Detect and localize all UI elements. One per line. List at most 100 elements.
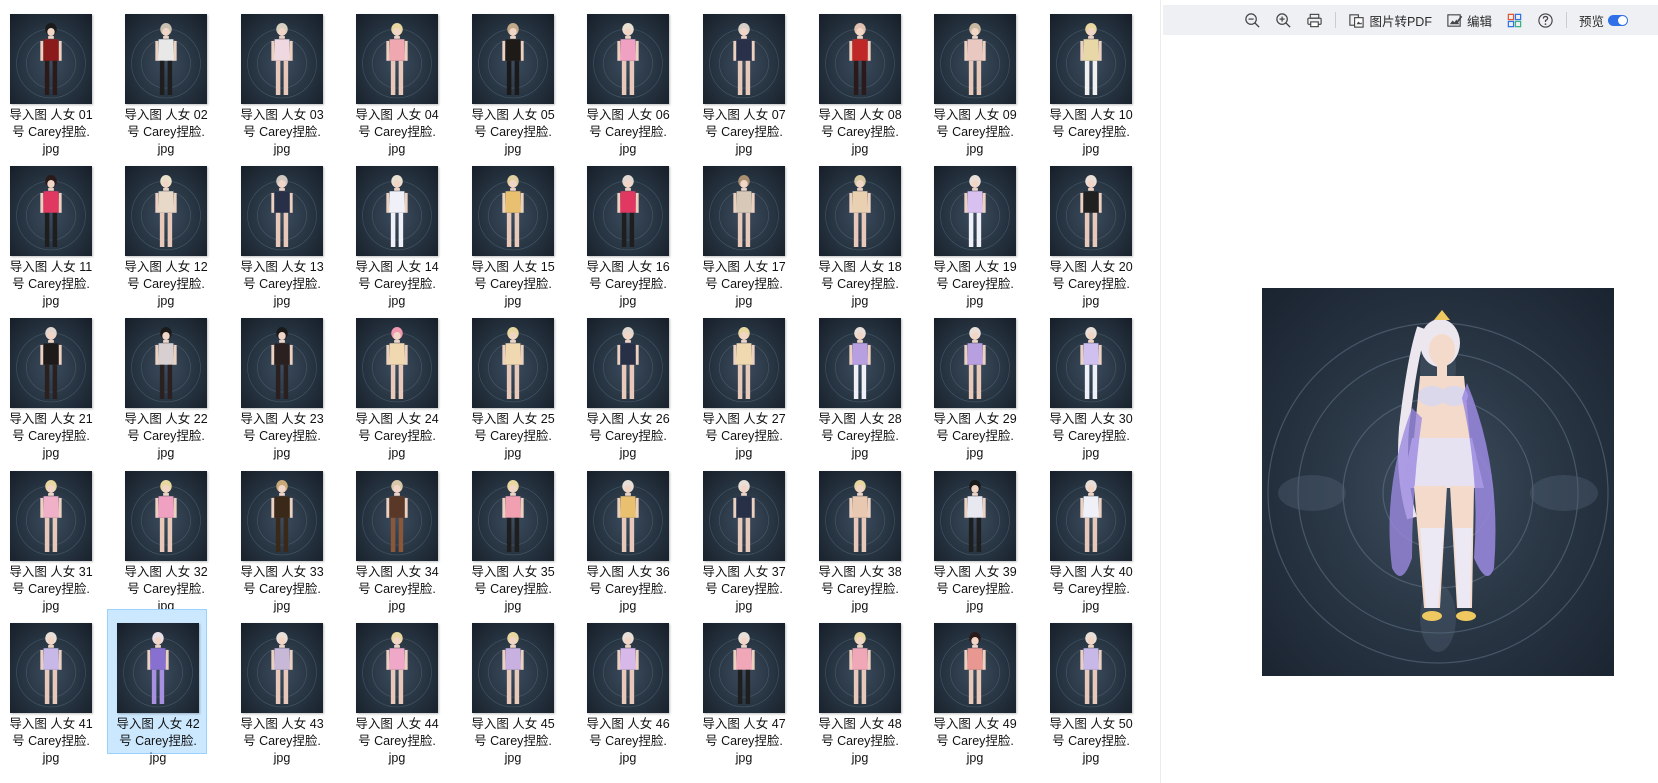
file-item[interactable]: 导入图 人女 19 号 Carey捏脸. jpg <box>924 152 1024 308</box>
file-item[interactable]: 导入图 人女 10 号 Carey捏脸. jpg <box>1040 0 1140 156</box>
file-name-line: 号 Carey捏脸. <box>12 734 90 748</box>
file-item[interactable]: 导入图 人女 43 号 Carey捏脸. jpg <box>231 609 331 765</box>
file-name: 导入图 人女 30 号 Carey捏脸. jpg <box>1041 411 1141 462</box>
file-item[interactable]: 导入图 人女 01 号 Carey捏脸. jpg <box>0 0 100 156</box>
file-thumbnail <box>1050 14 1132 104</box>
file-item[interactable]: 导入图 人女 06 号 Carey捏脸. jpg <box>577 0 677 156</box>
file-name-line: 号 Carey捏脸. <box>474 429 552 443</box>
file-item[interactable]: 导入图 人女 08 号 Carey捏脸. jpg <box>809 0 909 156</box>
file-item[interactable]: 导入图 人女 13 号 Carey捏脸. jpg <box>231 152 331 308</box>
print-button[interactable] <box>1302 8 1327 32</box>
file-item[interactable]: 导入图 人女 29 号 Carey捏脸. jpg <box>924 304 1024 460</box>
file-name-line: jpg <box>966 751 984 765</box>
file-name-line: jpg <box>1082 751 1100 765</box>
file-name-line: 导入图 人女 48 <box>818 717 902 731</box>
file-item[interactable]: 导入图 人女 41 号 Carey捏脸. jpg <box>0 609 100 765</box>
file-item[interactable]: 导入图 人女 11 号 Carey捏脸. jpg <box>0 152 100 308</box>
file-item[interactable]: 导入图 人女 03 号 Carey捏脸. jpg <box>231 0 331 156</box>
file-item[interactable]: 导入图 人女 38 号 Carey捏脸. jpg <box>809 457 909 613</box>
file-item[interactable]: 导入图 人女 33 号 Carey捏脸. jpg <box>231 457 331 613</box>
file-item[interactable]: 导入图 人女 24 号 Carey捏脸. jpg <box>346 304 446 460</box>
file-item[interactable]: 导入图 人女 47 号 Carey捏脸. jpg <box>693 609 793 765</box>
file-item[interactable]: 导入图 人女 44 号 Carey捏脸. jpg <box>346 609 446 765</box>
file-item[interactable]: 导入图 人女 05 号 Carey捏脸. jpg <box>462 0 562 156</box>
preview-toggle-group[interactable]: 预览 <box>1575 8 1632 32</box>
file-name-line: 号 Carey捏脸. <box>1052 429 1130 443</box>
file-item[interactable]: 导入图 人女 37 号 Carey捏脸. jpg <box>693 457 793 613</box>
pane-divider[interactable] <box>1160 0 1161 783</box>
file-item[interactable]: 导入图 人女 15 号 Carey捏脸. jpg <box>462 152 562 308</box>
file-item[interactable]: 导入图 人女 40 号 Carey捏脸. jpg <box>1040 457 1140 613</box>
file-name-line: 导入图 人女 46 <box>586 717 670 731</box>
file-item[interactable]: 导入图 人女 49 号 Carey捏脸. jpg <box>924 609 1024 765</box>
file-item[interactable]: 导入图 人女 36 号 Carey捏脸. jpg <box>577 457 677 613</box>
file-thumbnail <box>819 623 901 713</box>
file-name-line: 导入图 人女 10 <box>1049 108 1133 122</box>
file-item[interactable]: 导入图 人女 26 号 Carey捏脸. jpg <box>577 304 677 460</box>
file-item[interactable]: 导入图 人女 30 号 Carey捏脸. jpg <box>1040 304 1140 460</box>
image-to-pdf-button[interactable]: 图片转PDF <box>1344 8 1436 32</box>
file-item[interactable]: 导入图 人女 04 号 Carey捏脸. jpg <box>346 0 446 156</box>
file-name-line: 号 Carey捏脸. <box>127 429 205 443</box>
file-thumbnail <box>934 318 1016 408</box>
image-preview[interactable] <box>1262 288 1614 676</box>
file-item[interactable]: 导入图 人女 18 号 Carey捏脸. jpg <box>809 152 909 308</box>
zoom-out-button[interactable] <box>1240 8 1265 32</box>
preview-image <box>1267 310 1609 664</box>
file-item[interactable]: 导入图 人女 22 号 Carey捏脸. jpg <box>115 304 215 460</box>
edit-button[interactable]: 编辑 <box>1442 8 1496 32</box>
help-button[interactable] <box>1533 8 1558 32</box>
file-name: 导入图 人女 37 号 Carey捏脸. jpg <box>694 564 794 615</box>
file-name: 导入图 人女 22 号 Carey捏脸. jpg <box>116 411 216 462</box>
file-item[interactable]: 导入图 人女 28 号 Carey捏脸. jpg <box>809 304 909 460</box>
file-name-line: 导入图 人女 11 <box>9 260 93 274</box>
file-item[interactable]: 导入图 人女 09 号 Carey捏脸. jpg <box>924 0 1024 156</box>
file-item[interactable]: 导入图 人女 42 号 Carey捏脸. jpg <box>107 609 207 765</box>
apps-button[interactable] <box>1502 8 1527 32</box>
file-item[interactable]: 导入图 人女 31 号 Carey捏脸. jpg <box>0 457 100 613</box>
file-item[interactable]: 导入图 人女 27 号 Carey捏脸. jpg <box>693 304 793 460</box>
file-name-line: 导入图 人女 45 <box>471 717 555 731</box>
file-item[interactable]: 导入图 人女 35 号 Carey捏脸. jpg <box>462 457 562 613</box>
help-icon <box>1537 12 1554 29</box>
file-item[interactable]: 导入图 人女 25 号 Carey捏脸. jpg <box>462 304 562 460</box>
preview-toggle-switch[interactable] <box>1608 14 1628 26</box>
file-item[interactable]: 导入图 人女 07 号 Carey捏脸. jpg <box>693 0 793 156</box>
file-name-line: 导入图 人女 39 <box>933 565 1017 579</box>
file-name: 导入图 人女 27 号 Carey捏脸. jpg <box>694 411 794 462</box>
file-item[interactable]: 导入图 人女 23 号 Carey捏脸. jpg <box>231 304 331 460</box>
file-item[interactable]: 导入图 人女 20 号 Carey捏脸. jpg <box>1040 152 1140 308</box>
file-name-line: 号 Carey捏脸. <box>243 277 321 291</box>
file-name: 导入图 人女 03 号 Carey捏脸. jpg <box>232 107 332 158</box>
file-name-line: 导入图 人女 01 <box>9 108 93 122</box>
file-name-line: 导入图 人女 28 <box>818 412 902 426</box>
file-name-line: 号 Carey捏脸. <box>474 277 552 291</box>
file-item[interactable]: 导入图 人女 16 号 Carey捏脸. jpg <box>577 152 677 308</box>
file-thumbnail <box>1050 623 1132 713</box>
file-item[interactable]: 导入图 人女 17 号 Carey捏脸. jpg <box>693 152 793 308</box>
file-item[interactable]: 导入图 人女 39 号 Carey捏脸. jpg <box>924 457 1024 613</box>
file-name-line: 号 Carey捏脸. <box>821 734 899 748</box>
file-item[interactable]: 导入图 人女 02 号 Carey捏脸. jpg <box>115 0 215 156</box>
file-item[interactable]: 导入图 人女 14 号 Carey捏脸. jpg <box>346 152 446 308</box>
file-item[interactable]: 导入图 人女 48 号 Carey捏脸. jpg <box>809 609 909 765</box>
file-item[interactable]: 导入图 人女 32 号 Carey捏脸. jpg <box>115 457 215 613</box>
file-item[interactable]: 导入图 人女 46 号 Carey捏脸. jpg <box>577 609 677 765</box>
file-name-line: 导入图 人女 20 <box>1049 260 1133 274</box>
zoom-in-button[interactable] <box>1271 8 1296 32</box>
file-name: 导入图 人女 08 号 Carey捏脸. jpg <box>810 107 910 158</box>
file-item[interactable]: 导入图 人女 34 号 Carey捏脸. jpg <box>346 457 446 613</box>
file-item[interactable]: 导入图 人女 45 号 Carey捏脸. jpg <box>462 609 562 765</box>
print-icon <box>1306 12 1323 29</box>
file-name-line: 导入图 人女 49 <box>933 717 1017 731</box>
file-item[interactable]: 导入图 人女 12 号 Carey捏脸. jpg <box>115 152 215 308</box>
file-item[interactable]: 导入图 人女 50 号 Carey捏脸. jpg <box>1040 609 1140 765</box>
file-name-line: 号 Carey捏脸. <box>705 277 783 291</box>
file-item[interactable]: 导入图 人女 21 号 Carey捏脸. jpg <box>0 304 100 460</box>
file-name: 导入图 人女 48 号 Carey捏脸. jpg <box>810 716 910 767</box>
file-name-line: 导入图 人女 15 <box>471 260 555 274</box>
file-name-line: 导入图 人女 23 <box>240 412 324 426</box>
file-name-line: 号 Carey捏脸. <box>589 429 667 443</box>
file-name-line: 号 Carey捏脸. <box>12 429 90 443</box>
file-name-line: 号 Carey捏脸. <box>127 125 205 139</box>
